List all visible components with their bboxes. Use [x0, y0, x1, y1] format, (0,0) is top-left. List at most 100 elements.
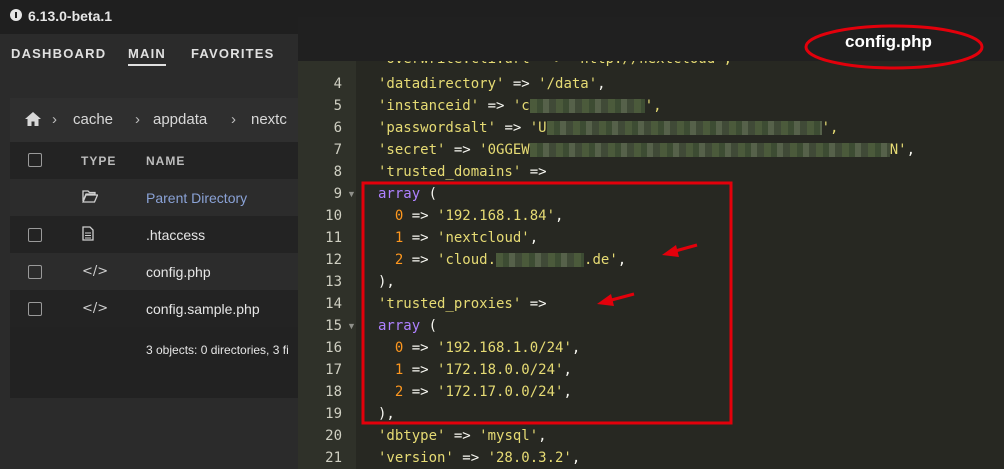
row-checkbox[interactable]: [28, 265, 42, 279]
version-label: 6.13.0-beta.1: [28, 8, 113, 24]
code-token: ,: [529, 230, 539, 246]
home-icon[interactable]: [24, 110, 42, 128]
table-row[interactable]: .htaccess: [10, 216, 310, 253]
code-token: =>: [403, 362, 438, 378]
breadcrumb: › cache › appdata › nextc: [10, 98, 310, 142]
code-token: ,: [571, 340, 581, 356]
row-checkbox[interactable]: [28, 302, 42, 316]
code-line: 2 => 'cloud. .de',: [378, 252, 626, 268]
fold-arrow-icon[interactable]: ▼: [347, 189, 356, 199]
code-token: ,: [563, 362, 572, 378]
line-number: 18: [325, 384, 342, 400]
breadcrumb-nextcloud[interactable]: nextc: [251, 111, 287, 128]
editor-title-bar: config.php: [298, 17, 1004, 61]
code-line: 'trusted_domains' =>: [378, 164, 547, 180]
code-icon: </>: [82, 264, 109, 279]
nav-dashboard[interactable]: DASHBOARD: [11, 46, 106, 61]
redacted-blur: [529, 143, 890, 157]
code-line: 'datadirectory' => '/data',: [378, 76, 606, 92]
code-token: =>: [521, 164, 547, 180]
code-token: N': [889, 142, 907, 158]
editor-filename: config.php: [845, 32, 932, 51]
code-token: '172.18.0.0/24': [437, 362, 564, 378]
table-row[interactable]: </> config.sample.php: [10, 290, 310, 327]
code-token: '/data': [538, 76, 598, 92]
code-icon: </>: [82, 301, 109, 316]
fold-arrow-icon[interactable]: ▼: [347, 321, 356, 331]
code-token: (: [420, 186, 438, 202]
code-token: ,: [555, 208, 564, 224]
code-line: 'version' => '28.0.3.2',: [378, 450, 580, 466]
code-token: =>: [403, 208, 438, 224]
breadcrumb-cache[interactable]: cache: [73, 111, 113, 128]
line-number: 6: [333, 120, 342, 136]
code-line: 'dbtype' => 'mysql',: [378, 428, 547, 444]
code-editor-window: config.php 4 5 6 7 8 9 ▼ 10 11 12 13 14 15 ▼ 16 17 18 19 2…: [298, 17, 1004, 469]
line-number: 8: [333, 164, 342, 180]
code-token: array: [378, 318, 421, 334]
select-all-checkbox[interactable]: [28, 153, 42, 167]
nav-favorites[interactable]: FAVORITES: [191, 46, 275, 61]
code-token: ,: [538, 428, 547, 444]
code-line-partial: 'overwrite.cli.url' => 'http://nextcloud…: [378, 61, 732, 67]
code-line: 1 => '172.18.0.0/24',: [378, 362, 572, 378]
folder-open-icon: [82, 189, 99, 207]
code-token: =>: [453, 450, 488, 466]
line-number: 20: [325, 428, 342, 444]
code-token: ,: [563, 384, 572, 400]
code-line: 'secret' => '0GGEW N',: [378, 142, 915, 158]
code-token: 'c: [512, 98, 530, 114]
code-token: 'secret': [378, 142, 446, 158]
line-number: 15: [325, 318, 342, 334]
table-row[interactable]: </> config.php: [10, 253, 310, 290]
code-token: 'cloud.: [437, 252, 497, 268]
line-number: 17: [325, 362, 342, 378]
file-name[interactable]: config.sample.php: [146, 301, 260, 317]
code-token: (: [420, 318, 438, 334]
code-token: =>: [521, 296, 547, 312]
code-token: ),: [378, 406, 395, 422]
code-token: =>: [479, 98, 513, 114]
column-type[interactable]: TYPE: [81, 154, 116, 168]
breadcrumb-appdata[interactable]: appdata: [153, 111, 207, 128]
file-name[interactable]: .htaccess: [146, 227, 205, 243]
code-line: ),: [378, 274, 395, 290]
code-area[interactable]: 'overwrite.cli.url' => 'http://nextcloud…: [356, 61, 1004, 469]
line-number: 12: [325, 252, 342, 268]
info-icon: [10, 9, 22, 21]
code-token: =>: [403, 230, 438, 246]
code-token: 'trusted_proxies': [378, 296, 522, 312]
directory-summary: 3 objects: 0 directories, 3 fi: [146, 343, 289, 357]
code-token: 'version': [378, 450, 454, 466]
nav-main[interactable]: MAIN: [128, 46, 167, 66]
line-number: 7: [333, 142, 342, 158]
code-line: 2 => '172.17.0.0/24',: [378, 384, 572, 400]
code-token: ,: [597, 76, 606, 92]
line-number-gutter: 4 5 6 7 8 9 ▼ 10 11 12 13 14 15 ▼ 16 17 18 19 20 21: [298, 61, 356, 469]
code-token: ,: [617, 252, 627, 268]
code-token: =>: [445, 142, 480, 158]
code-token: array: [378, 186, 421, 202]
code-token: =>: [403, 384, 438, 400]
code-token: 'U: [529, 120, 547, 136]
line-number: 11: [325, 230, 342, 246]
code-token: 'mysql': [479, 428, 539, 444]
redacted-blur: [546, 121, 822, 135]
file-name[interactable]: config.php: [146, 264, 211, 280]
code-line: 'trusted_proxies' =>: [378, 296, 547, 312]
code-token: ',: [644, 98, 662, 114]
code-token: 'passwordsalt': [378, 120, 497, 136]
code-token: '28.0.3.2': [487, 450, 572, 466]
redacted-blur: [496, 253, 585, 267]
line-number: 9: [333, 186, 342, 202]
code-token: 'trusted_domains': [378, 164, 522, 180]
row-checkbox[interactable]: [28, 228, 42, 242]
code-token: =>: [403, 252, 438, 268]
table-row[interactable]: Parent Directory: [10, 179, 310, 216]
column-name[interactable]: NAME: [146, 154, 185, 168]
parent-directory-link[interactable]: Parent Directory: [146, 190, 247, 206]
code-token: =>: [504, 76, 539, 92]
